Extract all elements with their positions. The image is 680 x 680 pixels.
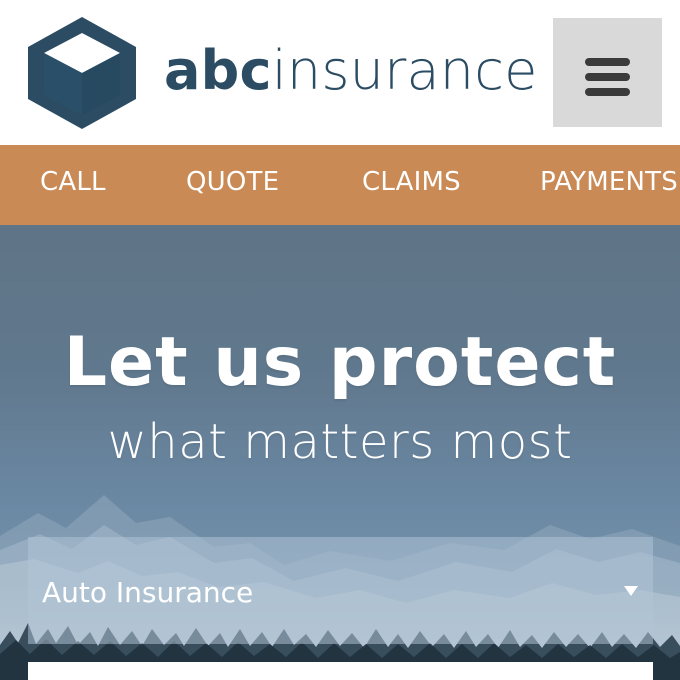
hamburger-menu-icon bbox=[585, 58, 630, 66]
hero-subtitle: what matters most bbox=[107, 414, 573, 470]
hero-banner: Let us protect what matters most Auto In… bbox=[0, 225, 680, 680]
white-form-panel-edge bbox=[28, 662, 653, 680]
hamburger-menu-icon-line bbox=[585, 88, 630, 96]
insurance-type-select[interactable]: Auto Insurance bbox=[28, 537, 653, 644]
site-header: abc insurance bbox=[0, 0, 680, 145]
caret-down-icon bbox=[624, 586, 638, 596]
nav-quote-link[interactable]: QUOTE bbox=[186, 169, 279, 195]
menu-button[interactable] bbox=[553, 18, 662, 127]
nav-claims-link[interactable]: CLAIMS bbox=[362, 169, 461, 195]
hero-title: Let us protect bbox=[63, 323, 617, 402]
page: abc insurance CALL QUOTE CLAIMS PAYMENTS bbox=[0, 0, 680, 680]
nav-payments-link[interactable]: PAYMENTS bbox=[540, 169, 678, 195]
nav-call-link[interactable]: CALL bbox=[40, 169, 106, 195]
cube-logo-icon bbox=[28, 17, 136, 129]
brand-name: abc insurance bbox=[164, 44, 538, 106]
insurance-type-selected-value: Auto Insurance bbox=[42, 576, 254, 609]
hamburger-menu-icon-line bbox=[585, 73, 630, 81]
brand-name-light: insurance bbox=[271, 39, 538, 102]
primary-nav: CALL QUOTE CLAIMS PAYMENTS bbox=[0, 145, 680, 225]
brand-name-bold: abc bbox=[164, 39, 272, 102]
